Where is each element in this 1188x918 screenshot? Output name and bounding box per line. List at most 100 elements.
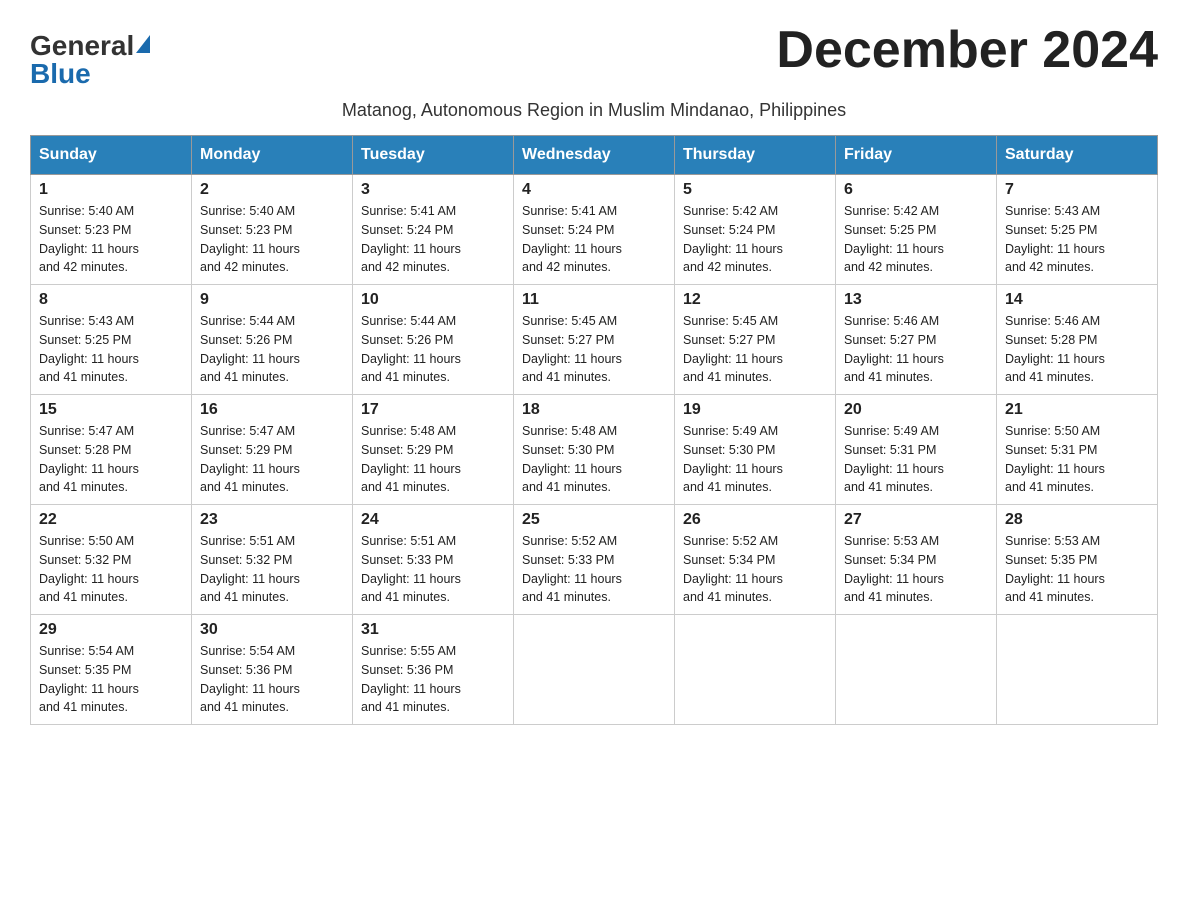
day-number: 29	[39, 621, 183, 639]
day-info: Sunrise: 5:53 AM Sunset: 5:34 PM Dayligh…	[844, 532, 988, 607]
day-info: Sunrise: 5:47 AM Sunset: 5:28 PM Dayligh…	[39, 422, 183, 497]
week-row-4: 22 Sunrise: 5:50 AM Sunset: 5:32 PM Dayl…	[31, 505, 1158, 615]
day-number: 22	[39, 511, 183, 529]
calendar-cell: 12 Sunrise: 5:45 AM Sunset: 5:27 PM Dayl…	[675, 285, 836, 395]
day-number: 1	[39, 181, 183, 199]
logo-blue-text: Blue	[30, 58, 91, 90]
day-header-saturday: Saturday	[997, 136, 1158, 175]
calendar-table: SundayMondayTuesdayWednesdayThursdayFrid…	[30, 135, 1158, 725]
day-info: Sunrise: 5:52 AM Sunset: 5:33 PM Dayligh…	[522, 532, 666, 607]
day-info: Sunrise: 5:55 AM Sunset: 5:36 PM Dayligh…	[361, 642, 505, 717]
calendar-cell	[836, 615, 997, 725]
calendar-cell: 19 Sunrise: 5:49 AM Sunset: 5:30 PM Dayl…	[675, 395, 836, 505]
calendar-cell: 27 Sunrise: 5:53 AM Sunset: 5:34 PM Dayl…	[836, 505, 997, 615]
logo-arrow-icon	[136, 35, 150, 53]
day-number: 27	[844, 511, 988, 529]
calendar-cell: 1 Sunrise: 5:40 AM Sunset: 5:23 PM Dayli…	[31, 175, 192, 285]
day-header-sunday: Sunday	[31, 136, 192, 175]
logo: General Blue	[30, 30, 150, 90]
page-header: General Blue December 2024	[30, 20, 1158, 90]
calendar-cell: 7 Sunrise: 5:43 AM Sunset: 5:25 PM Dayli…	[997, 175, 1158, 285]
calendar-cell: 20 Sunrise: 5:49 AM Sunset: 5:31 PM Dayl…	[836, 395, 997, 505]
calendar-cell: 14 Sunrise: 5:46 AM Sunset: 5:28 PM Dayl…	[997, 285, 1158, 395]
calendar-cell: 11 Sunrise: 5:45 AM Sunset: 5:27 PM Dayl…	[514, 285, 675, 395]
day-number: 6	[844, 181, 988, 199]
day-number: 2	[200, 181, 344, 199]
day-number: 13	[844, 291, 988, 309]
calendar-cell: 13 Sunrise: 5:46 AM Sunset: 5:27 PM Dayl…	[836, 285, 997, 395]
calendar-cell: 25 Sunrise: 5:52 AM Sunset: 5:33 PM Dayl…	[514, 505, 675, 615]
day-info: Sunrise: 5:48 AM Sunset: 5:29 PM Dayligh…	[361, 422, 505, 497]
calendar-cell: 31 Sunrise: 5:55 AM Sunset: 5:36 PM Dayl…	[353, 615, 514, 725]
calendar-cell: 29 Sunrise: 5:54 AM Sunset: 5:35 PM Dayl…	[31, 615, 192, 725]
day-info: Sunrise: 5:41 AM Sunset: 5:24 PM Dayligh…	[361, 202, 505, 277]
day-number: 24	[361, 511, 505, 529]
day-number: 14	[1005, 291, 1149, 309]
day-number: 26	[683, 511, 827, 529]
calendar-cell: 21 Sunrise: 5:50 AM Sunset: 5:31 PM Dayl…	[997, 395, 1158, 505]
week-row-2: 8 Sunrise: 5:43 AM Sunset: 5:25 PM Dayli…	[31, 285, 1158, 395]
day-number: 20	[844, 401, 988, 419]
logo-blue-part	[134, 39, 150, 53]
week-row-5: 29 Sunrise: 5:54 AM Sunset: 5:35 PM Dayl…	[31, 615, 1158, 725]
calendar-cell: 2 Sunrise: 5:40 AM Sunset: 5:23 PM Dayli…	[192, 175, 353, 285]
calendar-cell: 22 Sunrise: 5:50 AM Sunset: 5:32 PM Dayl…	[31, 505, 192, 615]
day-info: Sunrise: 5:49 AM Sunset: 5:30 PM Dayligh…	[683, 422, 827, 497]
day-info: Sunrise: 5:46 AM Sunset: 5:27 PM Dayligh…	[844, 312, 988, 387]
day-number: 30	[200, 621, 344, 639]
day-info: Sunrise: 5:46 AM Sunset: 5:28 PM Dayligh…	[1005, 312, 1149, 387]
day-number: 9	[200, 291, 344, 309]
day-number: 17	[361, 401, 505, 419]
subtitle: Matanog, Autonomous Region in Muslim Min…	[30, 100, 1158, 121]
day-header-wednesday: Wednesday	[514, 136, 675, 175]
week-row-3: 15 Sunrise: 5:47 AM Sunset: 5:28 PM Dayl…	[31, 395, 1158, 505]
day-info: Sunrise: 5:48 AM Sunset: 5:30 PM Dayligh…	[522, 422, 666, 497]
calendar-cell: 28 Sunrise: 5:53 AM Sunset: 5:35 PM Dayl…	[997, 505, 1158, 615]
day-info: Sunrise: 5:43 AM Sunset: 5:25 PM Dayligh…	[39, 312, 183, 387]
day-info: Sunrise: 5:51 AM Sunset: 5:33 PM Dayligh…	[361, 532, 505, 607]
calendar-cell	[514, 615, 675, 725]
calendar-cell: 4 Sunrise: 5:41 AM Sunset: 5:24 PM Dayli…	[514, 175, 675, 285]
calendar-cell	[675, 615, 836, 725]
day-info: Sunrise: 5:40 AM Sunset: 5:23 PM Dayligh…	[200, 202, 344, 277]
calendar-cell: 5 Sunrise: 5:42 AM Sunset: 5:24 PM Dayli…	[675, 175, 836, 285]
day-number: 12	[683, 291, 827, 309]
day-header-thursday: Thursday	[675, 136, 836, 175]
calendar-cell: 24 Sunrise: 5:51 AM Sunset: 5:33 PM Dayl…	[353, 505, 514, 615]
day-info: Sunrise: 5:45 AM Sunset: 5:27 PM Dayligh…	[683, 312, 827, 387]
day-number: 7	[1005, 181, 1149, 199]
day-info: Sunrise: 5:54 AM Sunset: 5:35 PM Dayligh…	[39, 642, 183, 717]
day-number: 3	[361, 181, 505, 199]
day-number: 31	[361, 621, 505, 639]
day-number: 16	[200, 401, 344, 419]
day-number: 11	[522, 291, 666, 309]
day-info: Sunrise: 5:42 AM Sunset: 5:25 PM Dayligh…	[844, 202, 988, 277]
calendar-cell: 10 Sunrise: 5:44 AM Sunset: 5:26 PM Dayl…	[353, 285, 514, 395]
day-info: Sunrise: 5:49 AM Sunset: 5:31 PM Dayligh…	[844, 422, 988, 497]
day-info: Sunrise: 5:53 AM Sunset: 5:35 PM Dayligh…	[1005, 532, 1149, 607]
day-info: Sunrise: 5:42 AM Sunset: 5:24 PM Dayligh…	[683, 202, 827, 277]
day-number: 25	[522, 511, 666, 529]
day-info: Sunrise: 5:45 AM Sunset: 5:27 PM Dayligh…	[522, 312, 666, 387]
day-header-monday: Monday	[192, 136, 353, 175]
day-info: Sunrise: 5:47 AM Sunset: 5:29 PM Dayligh…	[200, 422, 344, 497]
day-number: 21	[1005, 401, 1149, 419]
day-number: 28	[1005, 511, 1149, 529]
day-info: Sunrise: 5:50 AM Sunset: 5:31 PM Dayligh…	[1005, 422, 1149, 497]
calendar-cell: 9 Sunrise: 5:44 AM Sunset: 5:26 PM Dayli…	[192, 285, 353, 395]
calendar-cell: 17 Sunrise: 5:48 AM Sunset: 5:29 PM Dayl…	[353, 395, 514, 505]
month-title: December 2024	[776, 20, 1158, 80]
day-info: Sunrise: 5:40 AM Sunset: 5:23 PM Dayligh…	[39, 202, 183, 277]
day-number: 23	[200, 511, 344, 529]
calendar-cell: 16 Sunrise: 5:47 AM Sunset: 5:29 PM Dayl…	[192, 395, 353, 505]
day-info: Sunrise: 5:43 AM Sunset: 5:25 PM Dayligh…	[1005, 202, 1149, 277]
day-number: 15	[39, 401, 183, 419]
day-info: Sunrise: 5:44 AM Sunset: 5:26 PM Dayligh…	[361, 312, 505, 387]
day-info: Sunrise: 5:51 AM Sunset: 5:32 PM Dayligh…	[200, 532, 344, 607]
calendar-cell: 30 Sunrise: 5:54 AM Sunset: 5:36 PM Dayl…	[192, 615, 353, 725]
day-number: 18	[522, 401, 666, 419]
calendar-cell: 18 Sunrise: 5:48 AM Sunset: 5:30 PM Dayl…	[514, 395, 675, 505]
calendar-cell: 15 Sunrise: 5:47 AM Sunset: 5:28 PM Dayl…	[31, 395, 192, 505]
day-number: 8	[39, 291, 183, 309]
day-info: Sunrise: 5:44 AM Sunset: 5:26 PM Dayligh…	[200, 312, 344, 387]
